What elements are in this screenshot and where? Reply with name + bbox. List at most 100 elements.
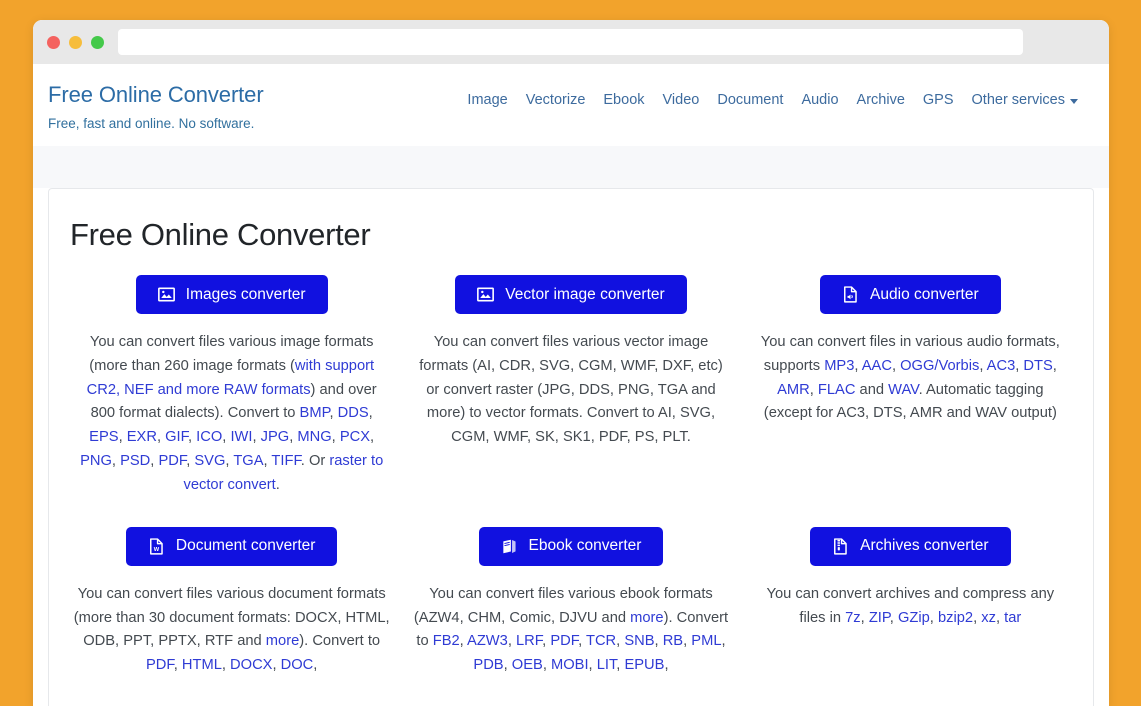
document-format-link[interactable]: DOC [281, 657, 314, 673]
document-converter-button[interactable]: W Document converter [125, 526, 338, 566]
nav-item-ebook[interactable]: Ebook [603, 92, 644, 108]
nav-item-document[interactable]: Document [717, 92, 783, 108]
converter-cell-audio: Audio converter You can convert files in … [746, 275, 1075, 498]
nav-item-audio[interactable]: Audio [801, 92, 838, 108]
images-format-link[interactable]: SVG [194, 453, 225, 469]
images-format-link[interactable]: EXR [127, 429, 157, 445]
images-format-link[interactable]: DDS [338, 405, 369, 421]
images-description-text: , [118, 429, 127, 446]
images-format-link[interactable]: IWI [230, 429, 252, 445]
grid-row-spacer [746, 498, 1075, 527]
audio-format-link[interactable]: AC3 [987, 358, 1016, 374]
ebook-description-text: , [664, 657, 669, 674]
ebook-description-text: , [654, 633, 663, 650]
nav-item-gps[interactable]: GPS [923, 92, 954, 108]
ebook-format-link[interactable]: MOBI [551, 657, 589, 673]
ebook-format-link[interactable]: EPUB [624, 657, 664, 673]
close-window-button[interactable] [47, 35, 60, 49]
ebook-converter-button[interactable]: Ebook converter [478, 526, 664, 566]
converter-cell-archives: Archives converter You can convert archiv… [746, 526, 1075, 678]
audio-format-link[interactable]: WAV [888, 382, 918, 398]
archives-format-link[interactable]: xz [981, 610, 996, 626]
images-description: You can convert files various image form… [73, 331, 390, 498]
vector-description: You can convert files various vector ima… [412, 331, 729, 450]
document-format-link[interactable]: DOCX [230, 657, 272, 673]
ebook-format-link[interactable]: LIT [597, 657, 617, 673]
audio-format-link[interactable]: OGG/Vorbis [900, 358, 979, 374]
document-description-text: , [313, 657, 318, 674]
converter-cell-images: Images converter You can convert files va… [67, 275, 396, 498]
address-bar[interactable] [118, 29, 1023, 55]
images-format-link[interactable]: TIFF [271, 453, 300, 469]
document-description-text: , [272, 657, 281, 674]
images-converter-button[interactable]: Images converter [135, 275, 328, 314]
ebook-format-link[interactable]: PDF [550, 633, 578, 649]
images-format-link[interactable]: JPG [261, 429, 290, 445]
images-format-link[interactable]: ICO [196, 429, 222, 445]
images-format-link[interactable]: TGA [233, 453, 263, 469]
site-header: Free Online Converter Free, fast and onl… [33, 64, 1109, 146]
converter-cell-document: W Document converter You can convert files… [67, 526, 396, 678]
audio-format-link[interactable]: AAC [862, 358, 892, 374]
images-description-text: , [331, 429, 340, 446]
document-format-link[interactable]: HTML [182, 657, 222, 673]
images-format-link[interactable]: PDF [158, 453, 186, 469]
images-format-link[interactable]: PCX [340, 429, 370, 445]
vector-converter-button-label: Vector image converter [505, 285, 665, 303]
site-brand[interactable]: Free Online Converter Free, fast and onl… [48, 82, 264, 131]
audio-description: You can convert files in various audio f… [752, 331, 1069, 426]
images-format-link[interactable]: MNG [297, 429, 331, 445]
images-description-text: , [187, 429, 197, 446]
images-description-text: . Or [300, 453, 330, 470]
document-format-link[interactable]: PDF [146, 657, 174, 673]
header-separator-band [33, 146, 1109, 188]
nav-item-other-services[interactable]: Other services [972, 92, 1078, 108]
ebook-format-link[interactable]: PML [691, 633, 721, 649]
ebook-format-link[interactable]: more [630, 610, 663, 626]
ebook-format-link[interactable]: LRF [516, 633, 542, 649]
minimize-window-button[interactable] [69, 35, 82, 49]
images-description-text: , [368, 405, 373, 422]
audio-format-link[interactable]: MP3 [824, 358, 854, 374]
images-format-link[interactable]: EPS [89, 429, 118, 445]
audio-format-link[interactable]: AMR [777, 382, 810, 398]
audio-format-link[interactable]: DTS [1023, 358, 1052, 374]
images-format-link[interactable]: PNG [80, 453, 112, 469]
nav-item-vectorize[interactable]: Vectorize [526, 92, 586, 108]
ebook-description-text: , [459, 633, 468, 650]
audio-converter-button[interactable]: Audio converter [820, 275, 1001, 314]
ebook-format-link[interactable]: FB2 [433, 633, 460, 649]
ebook-format-link[interactable]: PDB [473, 657, 503, 673]
nav-item-video[interactable]: Video [663, 92, 700, 108]
archives-format-link[interactable]: bzip2 [938, 610, 973, 626]
images-format-link[interactable]: PSD [120, 453, 150, 469]
converter-grid: Images converter You can convert files va… [67, 275, 1075, 678]
nav-item-archive[interactable]: Archive [857, 92, 905, 108]
converter-cell-vector: Vector image converter You can convert fi… [406, 275, 735, 498]
ebook-format-link[interactable]: AZW3 [467, 633, 508, 649]
vector-converter-button[interactable]: Vector image converter [455, 275, 687, 314]
maximize-window-button[interactable] [91, 35, 104, 49]
converter-cell-ebook: Ebook converter You can convert files var… [406, 526, 735, 678]
grid-row-spacer [406, 498, 735, 527]
ebook-format-link[interactable]: TCR [586, 633, 616, 649]
archives-format-link[interactable]: 7z [845, 610, 861, 626]
images-format-link[interactable]: BMP [300, 405, 330, 421]
images-format-link[interactable]: GIF [165, 429, 188, 445]
browser-titlebar [33, 20, 1109, 64]
document-format-link[interactable]: more [266, 633, 299, 649]
ebook-format-link[interactable]: RB [663, 633, 683, 649]
archives-format-link[interactable]: ZIP [869, 610, 890, 626]
vector-description-text: You can convert files various vector ima… [419, 334, 723, 446]
archives-format-link[interactable]: GZip [898, 610, 930, 626]
audio-format-link[interactable]: FLAC [818, 382, 856, 398]
archives-converter-button[interactable]: Archives converter [810, 526, 1011, 566]
audio-description-text: , [891, 357, 901, 374]
images-description-text: , [370, 429, 375, 446]
ebook-format-link[interactable]: SNB [624, 633, 654, 649]
ebook-format-link[interactable]: OEB [512, 657, 543, 673]
nav-item-image[interactable]: Image [467, 92, 507, 108]
document-description-text: , [221, 657, 231, 674]
archives-format-link[interactable]: tar [1004, 610, 1021, 626]
archives-description-text: , [929, 609, 938, 626]
